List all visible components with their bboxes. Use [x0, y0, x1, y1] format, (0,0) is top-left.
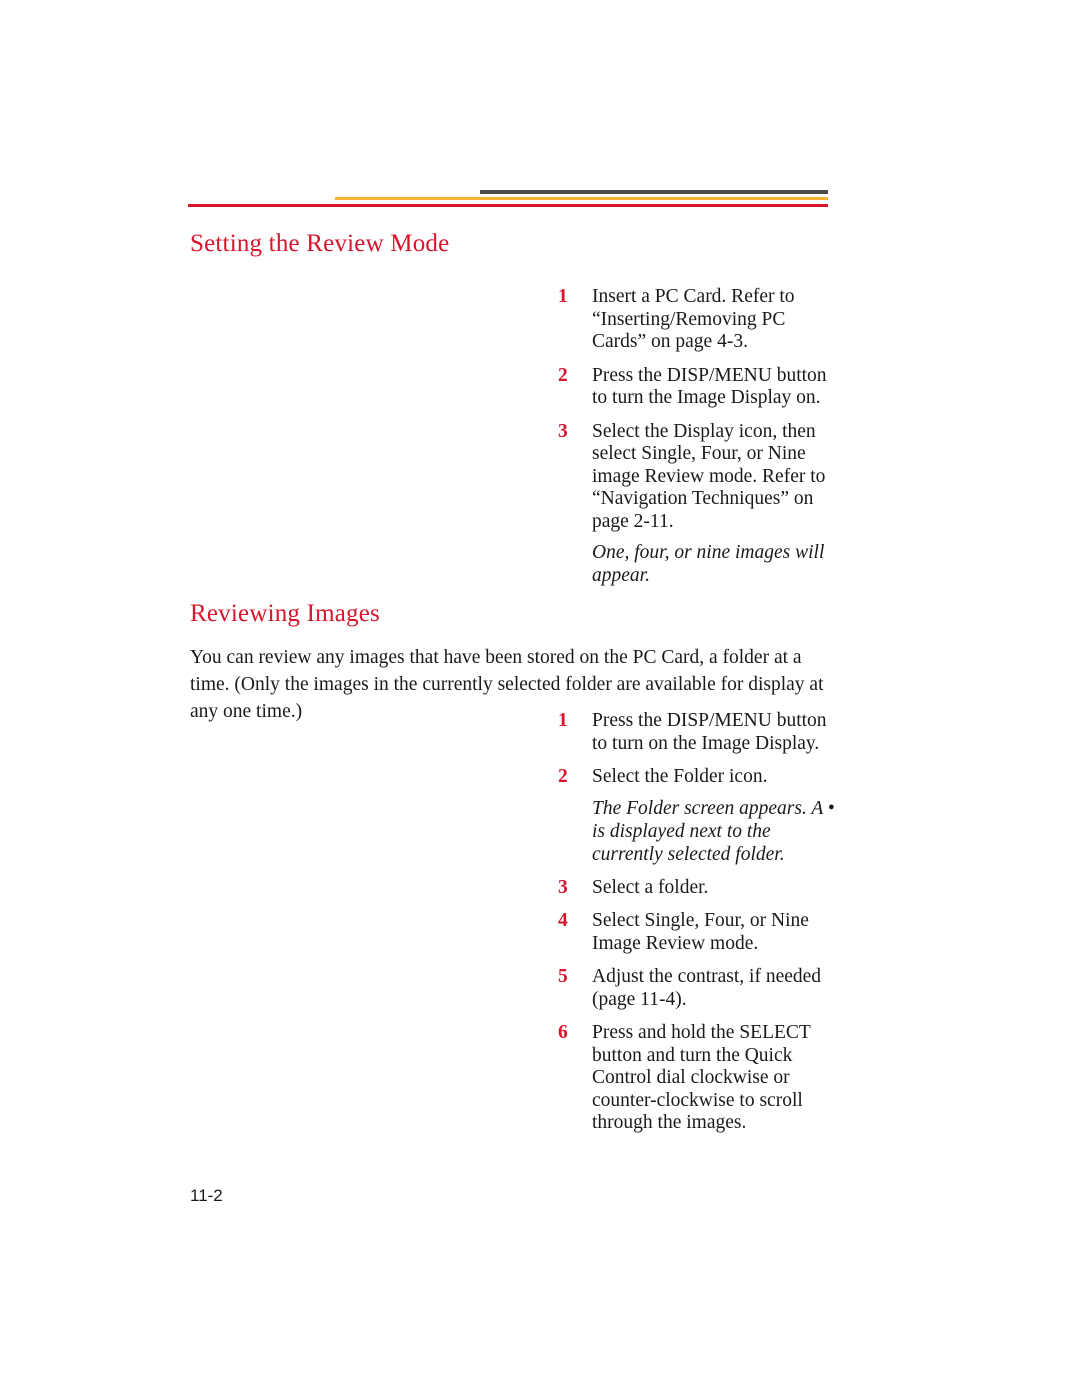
step-item: 4 Select Single, Four, or Nine Image Rev…: [558, 910, 836, 955]
header-rule-red: [188, 204, 828, 207]
step-note: The Folder screen appears. A • is displa…: [592, 797, 835, 865]
step-item: 3 Select a folder.: [558, 877, 836, 900]
step-text: Select the Display icon, then select Sin…: [592, 420, 826, 532]
header-rule-orange: [335, 197, 828, 200]
step-number: 5: [558, 966, 568, 987]
step-number: 3: [558, 876, 568, 898]
step-item: 5 Adjust the contrast, if needed (page 1…: [558, 966, 836, 1011]
step-number: 4: [558, 910, 568, 931]
step-note: One, four, or nine images will appear.: [592, 542, 825, 586]
header-rule-group: [0, 0, 1080, 207]
section-heading-setting-the-review-mode: Setting the Review Mode: [190, 230, 450, 257]
step-item: 3 Select the Display icon, then select S…: [558, 421, 836, 588]
step-text: Select Single, Four, or Nine Image Revie…: [592, 910, 809, 954]
step-list-reviewing-images: 1 Press the DISP/MENU button to turn on …: [558, 710, 836, 1146]
step-item: 2 Press the DISP/MENU button to turn the…: [558, 365, 836, 410]
header-rule-dark: [480, 190, 828, 194]
step-number: 6: [558, 1022, 568, 1043]
step-number: 1: [558, 710, 568, 731]
step-item: 1 Press the DISP/MENU button to turn on …: [558, 710, 836, 755]
step-text: Select a folder.: [592, 876, 709, 898]
document-page: Setting the Review Mode 1 Insert a PC Ca…: [0, 0, 1080, 1397]
step-item: 2 Select the Folder icon. The Folder scr…: [558, 766, 836, 866]
step-list-setting-the-review-mode: 1 Insert a PC Card. Refer to “Inserting/…: [558, 286, 836, 598]
step-number: 3: [558, 420, 568, 442]
step-item: 1 Insert a PC Card. Refer to “Inserting/…: [558, 286, 836, 354]
step-number: 2: [558, 766, 568, 787]
step-text: Insert a PC Card. Refer to “Inserting/Re…: [592, 286, 795, 352]
step-text: Press the DISP/MENU button to turn the I…: [592, 364, 827, 409]
section-heading-reviewing-images: Reviewing Images: [190, 600, 380, 627]
step-text: Press the DISP/MENU button to turn on th…: [592, 710, 827, 754]
step-text: Select the Folder icon.: [592, 766, 768, 787]
page-folio: 11-2: [190, 1186, 223, 1205]
step-number: 1: [558, 286, 568, 307]
step-text: Adjust the contrast, if needed (page 11-…: [592, 966, 822, 1010]
step-text: Press and hold the SELECT button and tur…: [592, 1022, 811, 1133]
step-number: 2: [558, 364, 568, 386]
step-item: 6 Press and hold the SELECT button and t…: [558, 1022, 836, 1135]
